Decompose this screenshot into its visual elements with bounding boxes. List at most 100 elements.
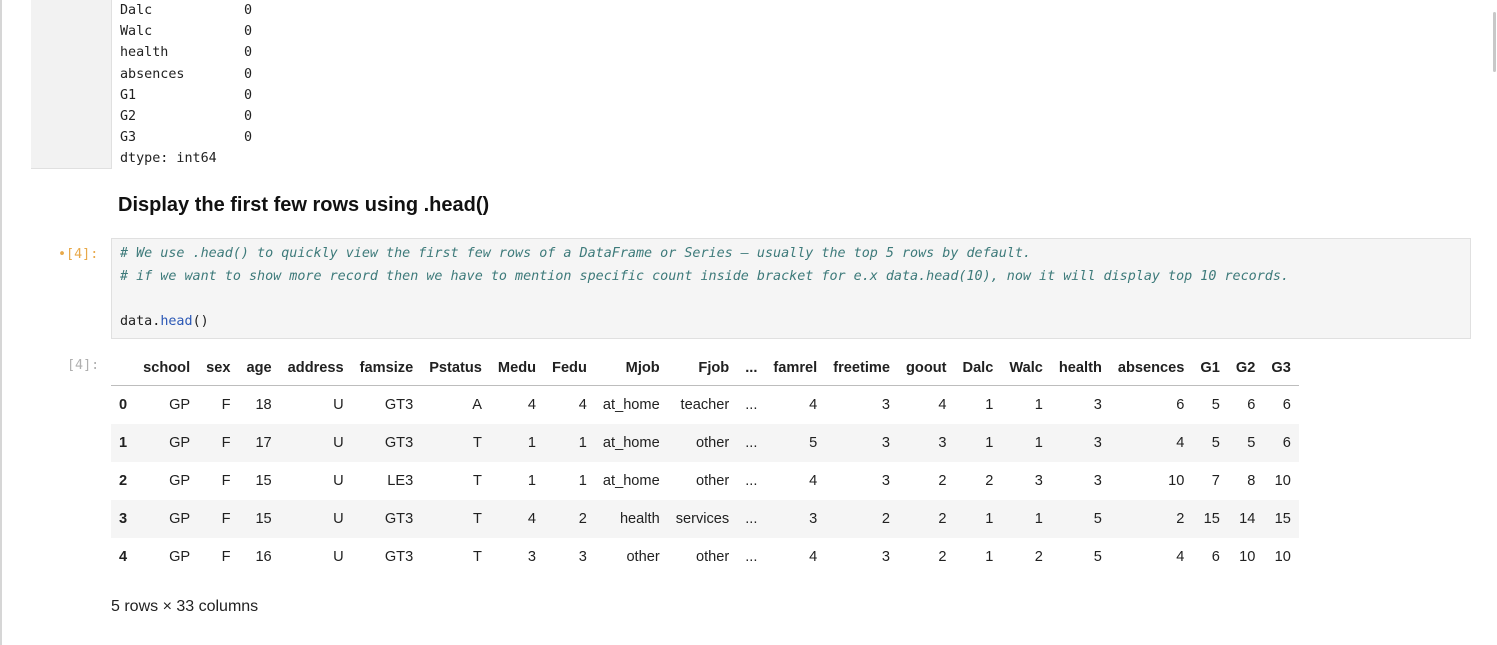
dataframe-table: school sex age address famsize Pstatus M… [111, 350, 1299, 576]
previous-output-prompt-area [31, 0, 112, 169]
table-cell: GP [169, 473, 191, 489]
series-value: 0 [244, 3, 253, 18]
table-cell: 6 [1282, 435, 1291, 451]
series-key: G3 [120, 130, 137, 146]
column-header: Mjob [594, 350, 668, 386]
column-header: Fedu [544, 350, 595, 386]
table-cell: at_home [602, 397, 660, 413]
table-cell: U [333, 397, 344, 413]
table-cell: other [695, 549, 730, 565]
row-index: 2 [119, 473, 128, 489]
table-cell: 18 [255, 397, 272, 413]
table-cell: 2 [881, 511, 890, 527]
table-cell: 3 [1093, 397, 1102, 413]
table-cell: at_home [602, 435, 660, 451]
table-cell: 3 [881, 397, 890, 413]
table-cell: 15 [1274, 511, 1291, 527]
table-cell: teacher [680, 397, 730, 413]
table-cell: 3 [1093, 435, 1102, 451]
series-row: G1 0 [120, 85, 252, 106]
table-cell: 3 [1034, 473, 1043, 489]
table-cell: 1 [578, 473, 587, 489]
code-cell-editor[interactable]: # We use .head() to quickly view the fir… [111, 238, 1471, 339]
table-cell: 3 [881, 473, 890, 489]
column-header: school [135, 350, 199, 386]
table-cell: 4 [809, 397, 818, 413]
table-cell: 8 [1247, 473, 1256, 489]
column-header: address [279, 350, 352, 386]
table-header-row: school sex age address famsize Pstatus M… [111, 350, 1299, 386]
table-cell: 1 [985, 397, 994, 413]
column-header: G1 [1192, 350, 1228, 386]
table-cell: 5 [1211, 397, 1220, 413]
table-cell: ... [745, 511, 758, 527]
table-cell: 5 [1247, 435, 1256, 451]
column-header: ... [737, 350, 766, 386]
table-row: 3 GP F 15 U GT3 T 4 2 health services ..… [111, 500, 1299, 538]
table-cell: 3 [527, 549, 537, 565]
table-cell: GP [169, 397, 191, 413]
series-value: 0 [244, 130, 253, 146]
table-cell: health [619, 511, 660, 527]
table-cell: 3 [881, 435, 890, 451]
markdown-heading[interactable]: Display the first few rows using .head() [118, 194, 489, 217]
table-cell: GT3 [384, 435, 414, 451]
series-row: Dalc 0 [120, 0, 252, 21]
scrollbar-thumb[interactable] [1493, 12, 1496, 72]
table-cell: T [473, 473, 482, 489]
table-cell: 2 [938, 473, 947, 489]
column-header: G3 [1263, 350, 1299, 386]
notebook-left-border [0, 0, 2, 645]
table-cell: 5 [1093, 549, 1102, 565]
table-cell: 6 [1176, 397, 1185, 413]
table-cell: GP [169, 435, 191, 451]
column-header: Walc [1001, 350, 1051, 386]
series-row: G2 0 [120, 106, 252, 127]
table-cell: at_home [602, 473, 660, 489]
table-cell: 10 [1274, 473, 1291, 489]
table-cell: 1 [1034, 435, 1043, 451]
table-cell: U [333, 473, 344, 489]
table-cell: 1 [985, 549, 994, 565]
table-cell: 1 [985, 435, 994, 451]
input-prompt: •[4]: [58, 247, 99, 262]
series-row: health 0 [120, 42, 252, 63]
table-cell: 6 [1247, 397, 1256, 413]
table-cell: T [473, 435, 482, 451]
table-cell: F [221, 435, 231, 451]
table-cell: F [221, 511, 231, 527]
table-cell: U [333, 435, 344, 451]
table-cell: F [221, 397, 231, 413]
table-cell: 15 [255, 473, 272, 489]
table-cell: U [333, 549, 344, 565]
table-cell: F [221, 549, 231, 565]
column-header: Medu [489, 350, 545, 386]
series-key: Dalc [120, 3, 153, 18]
table-cell: F [221, 473, 231, 489]
column-header: Fjob [667, 350, 738, 386]
table-cell: 1 [985, 511, 994, 527]
table-cell: other [695, 473, 730, 489]
row-index: 0 [119, 397, 128, 413]
series-value: 0 [244, 45, 253, 61]
table-cell: 4 [938, 397, 947, 413]
column-header: famrel [765, 350, 826, 386]
table-cell: GT3 [384, 549, 414, 565]
table-cell: 16 [255, 549, 272, 565]
table-cell: 4 [809, 549, 818, 565]
table-cell: ... [745, 435, 758, 451]
table-row: 4 GP F 16 U GT3 T 3 3 other other ... 4 … [111, 538, 1299, 576]
table-cell: 2 [985, 473, 994, 489]
series-row: absences 0 [120, 64, 252, 85]
table-cell: 10 [1239, 549, 1256, 565]
table-row: 2 GP F 15 U LE3 T 1 1 at_home other ... … [111, 462, 1299, 500]
column-header: health [1050, 350, 1110, 386]
dataframe-shape-footer: 5 rows × 33 columns [111, 598, 259, 615]
table-cell: 3 [809, 511, 818, 527]
column-header: absences [1109, 350, 1193, 386]
code-method: head [160, 314, 193, 329]
column-header: sex [198, 350, 239, 386]
table-cell: U [333, 511, 344, 527]
table-cell: 3 [938, 435, 947, 451]
table-cell: 1 [1034, 397, 1043, 413]
